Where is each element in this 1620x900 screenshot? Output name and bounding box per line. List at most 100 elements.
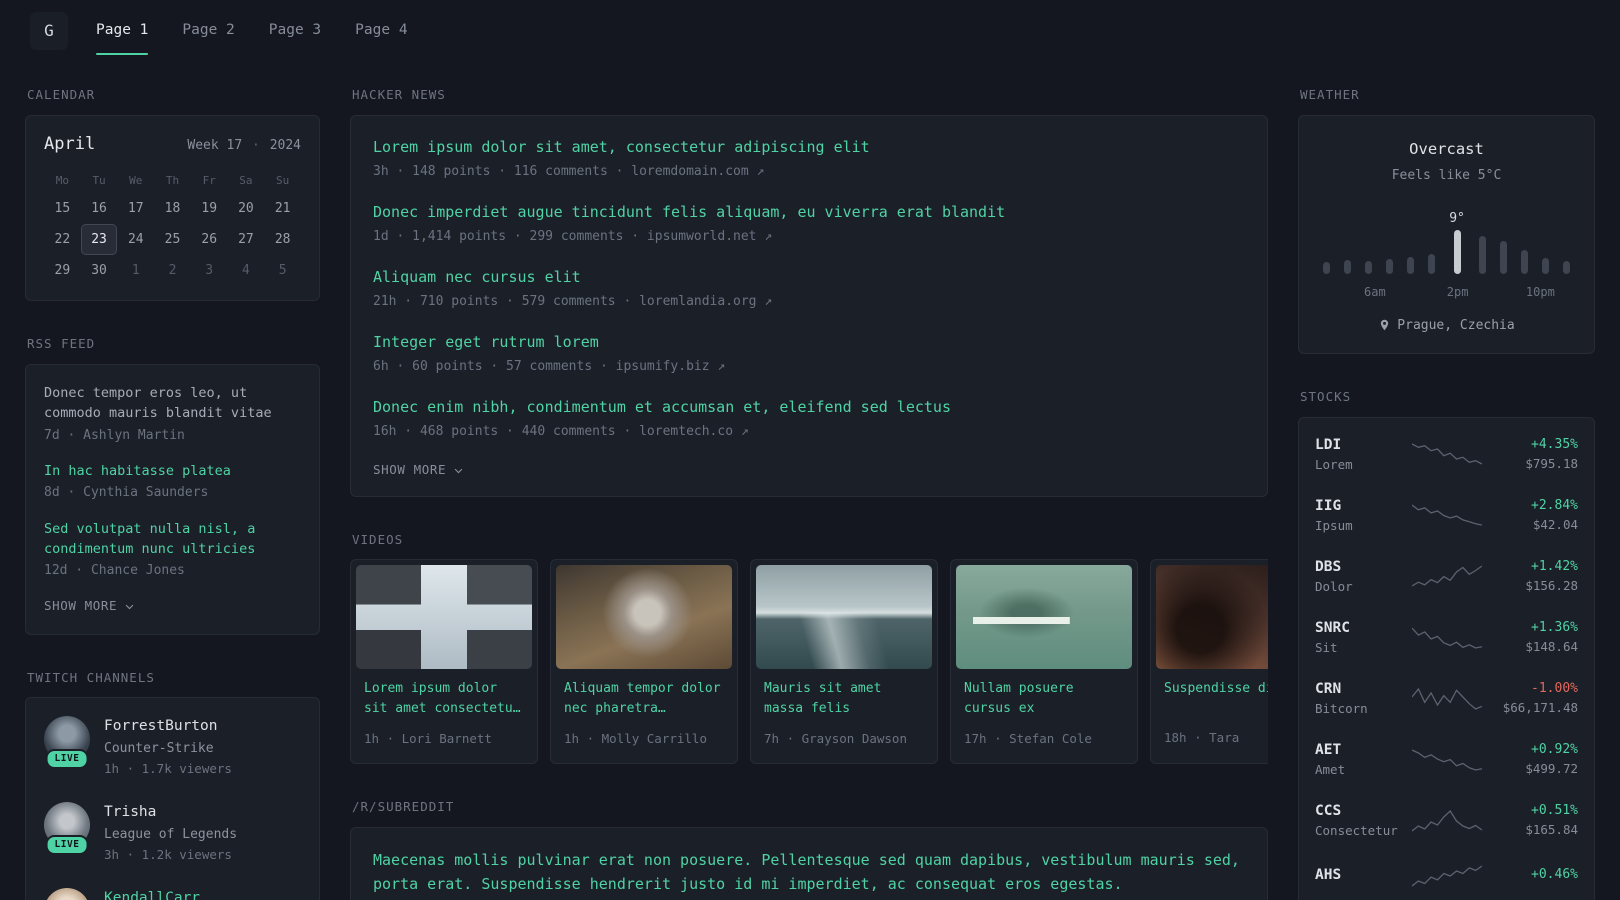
video-title[interactable]: Suspendisse diam <box>1164 679 1268 719</box>
tab-page-2[interactable]: Page 2 <box>182 0 234 62</box>
weather-location-label: Prague, Czechia <box>1397 317 1515 333</box>
video-card[interactable]: Aliquam tempor dolor nec pharetra… 1h · … <box>550 559 738 765</box>
videos-row: Lorem ipsum dolor sit amet consectetu… 1… <box>350 559 1268 765</box>
video-card[interactable]: Nullam posuere cursus ex 17h · Stefan Co… <box>950 559 1138 765</box>
stock-row[interactable]: SNRC Sit +1.36% $148.64 <box>1315 607 1578 668</box>
weather-bar <box>1453 229 1461 274</box>
section-title-hackernews: HACKER NEWS <box>352 87 446 102</box>
calendar-day[interactable]: 1 <box>117 255 154 286</box>
section-title-rss: RSS FEED <box>27 336 96 352</box>
calendar-day[interactable]: 5 <box>264 255 301 286</box>
twitch-widget: TWITCH CHANNELS LIVE ForrestBurton Count… <box>25 669 320 900</box>
stock-change: +1.42% <box>1531 558 1578 574</box>
calendar-day-selected[interactable]: 23 <box>80 224 118 256</box>
channel-name[interactable]: ForrestBurton <box>104 716 232 738</box>
hn-item-title[interactable]: Lorem ipsum dolor sit amet, consectetur … <box>373 136 1245 159</box>
show-more-label: SHOW MORE <box>44 597 118 613</box>
hn-item-title[interactable]: Integer eget rutrum lorem <box>373 331 1245 354</box>
stock-ticker: IIG <box>1315 497 1342 514</box>
hn-item-title[interactable]: Donec enim nibh, condimentum et accumsan… <box>373 396 1245 419</box>
video-title[interactable]: Aliquam tempor dolor nec pharetra… <box>564 679 724 719</box>
calendar-day[interactable]: 15 <box>44 193 81 224</box>
calendar-day[interactable]: 22 <box>44 224 81 255</box>
weather-bar <box>1428 253 1436 274</box>
rss-item-title[interactable]: Sed volutpat nulla nisl, a condimentum n… <box>44 519 301 560</box>
hn-show-more-button[interactable]: SHOW MORE <box>373 461 1245 480</box>
stock-values: +0.51% $165.84 <box>1490 803 1578 838</box>
video-meta: 18h · Tara <box>1164 730 1240 746</box>
calendar-day[interactable]: 21 <box>264 193 301 224</box>
stock-ticker: AHS <box>1315 866 1342 883</box>
stock-id: DBS Dolor <box>1315 558 1404 595</box>
calendar-day[interactable]: 27 <box>228 224 265 255</box>
calendar-day[interactable]: 4 <box>228 255 265 286</box>
stock-row[interactable]: AET Amet +0.92% $499.72 <box>1315 729 1578 790</box>
video-card[interactable]: Mauris sit amet massa felis 7h · Grayson… <box>750 559 938 765</box>
twitch-channel[interactable]: LIVE KendallCarr <box>44 888 301 900</box>
calendar-day[interactable]: 18 <box>154 193 191 224</box>
stocks-card: LDI Lorem +4.35% $795.18 IIG Ipsum +2.84… <box>1298 416 1595 900</box>
twitch-channel[interactable]: LIVE Trisha League of Legends 3h · 1.2k … <box>44 802 301 864</box>
stock-row[interactable]: CRN Bitcorn -1.00% $66,171.48 <box>1315 668 1578 729</box>
calendar-day-header: Fr <box>202 174 216 187</box>
calendar-day[interactable]: 3 <box>191 255 228 286</box>
section-title-weather: WEATHER <box>1300 87 1360 102</box>
video-title[interactable]: Nullam posuere cursus ex <box>964 679 1124 719</box>
video-title[interactable]: Mauris sit amet massa felis <box>764 679 924 719</box>
chevron-down-icon <box>125 604 134 609</box>
channel-name[interactable]: Trisha <box>104 802 237 824</box>
calendar-day[interactable]: 16 <box>81 193 118 224</box>
calendar-day[interactable]: 24 <box>117 224 154 255</box>
video-thumbnail[interactable] <box>556 565 732 670</box>
video-card[interactable]: Lorem ipsum dolor sit amet consectetu… 1… <box>350 559 538 765</box>
calendar-day[interactable]: 28 <box>264 224 301 255</box>
channel-game: Counter-Strike <box>104 741 214 756</box>
video-thumbnail[interactable] <box>956 565 1132 670</box>
calendar-day[interactable]: 26 <box>191 224 228 255</box>
calendar-day[interactable]: 2 <box>154 255 191 286</box>
video-title[interactable]: Lorem ipsum dolor sit amet consectetu… <box>364 679 524 719</box>
stock-row[interactable]: DBS Dolor +1.42% $156.28 <box>1315 546 1578 607</box>
stock-row[interactable]: LDI Lorem +4.35% $795.18 <box>1315 424 1578 485</box>
hn-item-title[interactable]: Donec imperdiet augue tincidunt felis al… <box>373 201 1245 224</box>
calendar-day[interactable]: 25 <box>154 224 191 255</box>
stock-name: Sit <box>1315 639 1338 655</box>
video-thumbnail[interactable] <box>756 565 932 670</box>
dashboard-content: CALENDAR April Week 17 · 2024 Mo Tu We Th Fr… <box>0 62 1620 900</box>
stock-sparkline <box>1411 865 1482 887</box>
weather-bar <box>1323 261 1330 274</box>
stock-row[interactable]: AHS +0.46% <box>1315 851 1578 900</box>
weather-time-label: 6am <box>1364 284 1386 299</box>
calendar-day[interactable]: 17 <box>117 193 154 224</box>
channel-avatar-image <box>44 888 90 900</box>
calendar-day[interactable]: 30 <box>81 255 118 286</box>
video-thumbnail[interactable] <box>1156 565 1268 670</box>
rss-item-title[interactable]: Donec tempor eros leo, ut commodo mauris… <box>44 383 301 424</box>
calendar-day[interactable]: 19 <box>191 193 228 224</box>
channel-info: Trisha League of Legends 3h · 1.2k viewe… <box>104 802 237 864</box>
weather-bar <box>1541 257 1549 274</box>
tab-page-4[interactable]: Page 4 <box>355 0 407 62</box>
twitch-channel[interactable]: LIVE ForrestBurton Counter-Strike 1h · 1… <box>44 716 301 778</box>
calendar-day[interactable]: 29 <box>44 255 81 286</box>
video-card[interactable]: Suspendisse diam 18h · Tara <box>1150 559 1268 765</box>
channel-info: ForrestBurton Counter-Strike 1h · 1.7k v… <box>104 716 232 778</box>
calendar-day[interactable]: 20 <box>228 193 265 224</box>
calendar-grid: Mo Tu We Th Fr Sa Su 15 16 17 18 19 20 21 22 23 24 25 26 27… <box>44 169 301 286</box>
stock-id: AET Amet <box>1315 741 1404 778</box>
stock-row[interactable]: IIG Ipsum +2.84% $42.04 <box>1315 485 1578 546</box>
stock-values: +0.92% $499.72 <box>1490 742 1578 777</box>
tab-page-1[interactable]: Page 1 <box>96 0 149 62</box>
rss-item-title[interactable]: In hac habitasse platea <box>44 461 301 481</box>
video-thumbnail[interactable] <box>356 565 532 670</box>
stock-row[interactable]: CCS Consectetur +0.51% $165.84 <box>1315 790 1578 851</box>
section-title-videos: VIDEOS <box>352 531 404 547</box>
hn-item-meta: 16h · 468 points · 440 comments · loremt… <box>373 424 749 440</box>
hn-item-title[interactable]: Aliquam nec cursus elit <box>373 266 1245 289</box>
subreddit-post-title[interactable]: Maecenas mollis pulvinar erat non posuer… <box>373 848 1245 896</box>
stock-name: Consectetur <box>1315 823 1398 839</box>
rss-show-more-button[interactable]: SHOW MORE <box>44 597 301 616</box>
channel-name[interactable]: KendallCarr <box>104 888 200 900</box>
tab-page-3[interactable]: Page 3 <box>269 0 321 62</box>
rss-card: Donec tempor eros leo, ut commodo mauris… <box>25 364 320 635</box>
